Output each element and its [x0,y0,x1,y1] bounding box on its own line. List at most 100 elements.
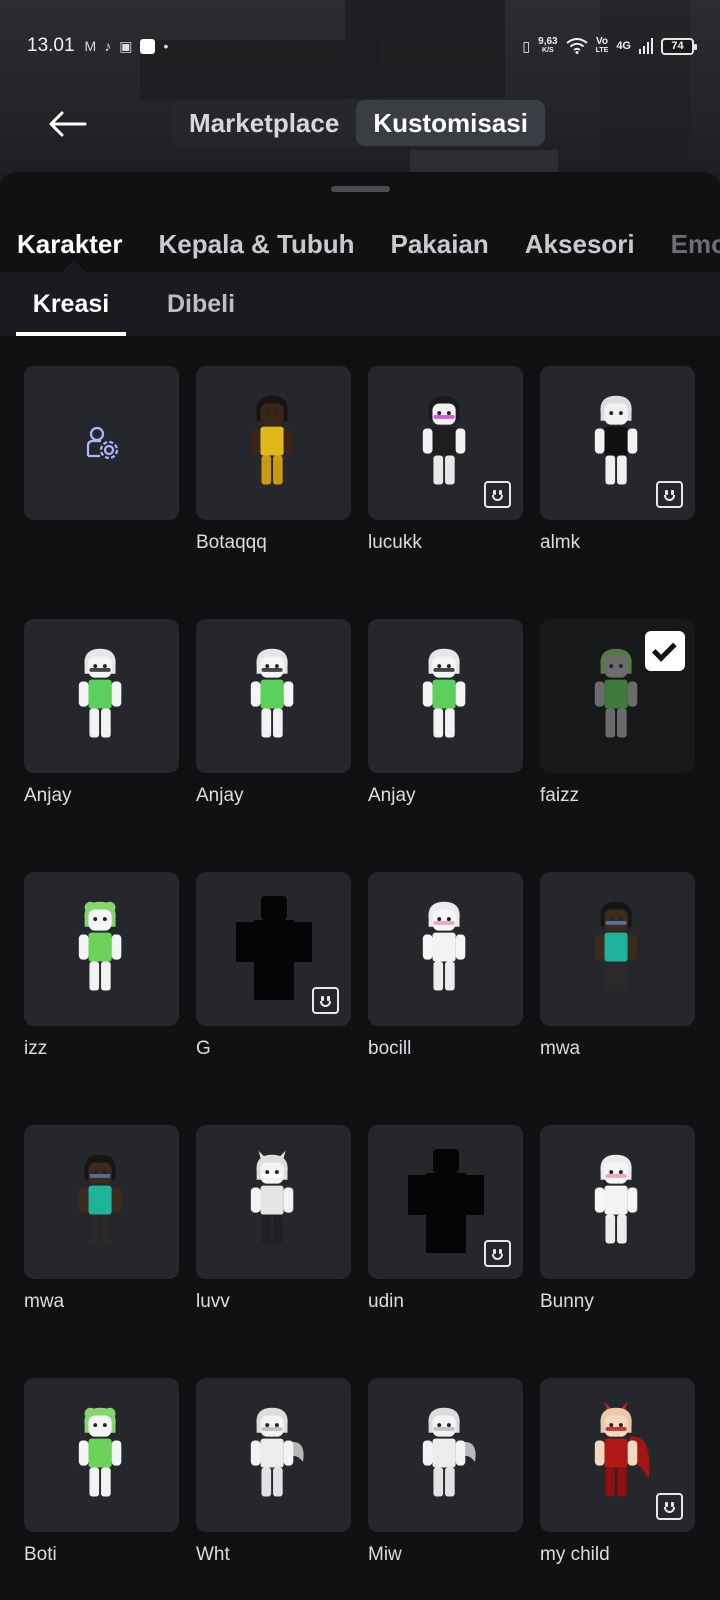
character-thumbnail[interactable] [24,872,179,1026]
net-speed: 9,63 K/S [538,36,558,55]
character-tile[interactable]: Bunny [540,1125,695,1378]
character-name: faizz [540,785,580,806]
character-tile[interactable]: mwa [540,872,695,1125]
character-tile[interactable]: mwa [24,1125,179,1378]
arrow-left-icon [49,111,87,137]
create-character-button[interactable] [24,366,179,520]
character-thumbnail[interactable] [540,872,695,1026]
character-thumbnail[interactable] [196,366,351,520]
character-thumbnail[interactable] [540,1378,695,1532]
notification-icon: ▣ [119,37,133,54]
avatar-figure [78,648,121,738]
character-name: my child [540,1544,610,1565]
character-name: luvv [196,1291,230,1312]
battery-icon: 74 [661,37,697,55]
avatar-figure [78,1407,121,1497]
main-segment-tabs: Marketplace Kustomisasi [172,99,545,147]
category-tab-aksesori[interactable]: Aksesori [525,229,635,260]
character-tile[interactable]: Wht [196,1378,351,1600]
drag-handle[interactable] [331,186,390,192]
character-tile[interactable]: faizz [540,619,695,872]
avatar-figure [78,901,121,991]
character-tile[interactable]: almk [540,366,695,619]
character-name: Boti [24,1544,57,1565]
character-thumbnail[interactable] [196,1378,351,1532]
character-thumbnail[interactable] [368,619,523,773]
character-tile[interactable]: G [196,872,351,1125]
character-tile[interactable]: lucukk [368,366,523,619]
character-thumbnail[interactable] [196,619,351,773]
character-name: lucukk [368,532,422,553]
volte-indicator: Vo LTE [595,36,609,55]
avatar-figure [594,901,637,991]
avatar-figure [250,648,293,738]
avatar-figure [250,395,293,485]
character-thumbnail[interactable] [196,1125,351,1279]
category-tab-pakaian[interactable]: Pakaian [390,229,488,260]
emote-face-icon [484,1240,511,1267]
avatar-figure [250,1150,293,1244]
sub-tab-dibeli[interactable]: Dibeli [152,272,250,336]
avatar-settings-icon [86,426,118,460]
category-tab-kepala-tubuh[interactable]: Kepala & Tubuh [159,229,355,260]
app-icon [140,38,156,54]
character-name: mwa [540,1038,581,1059]
character-thumbnail[interactable] [196,872,351,1026]
character-name: Bunny [540,1291,594,1312]
character-name: bocill [368,1038,412,1059]
emote-face-icon [484,481,511,508]
character-tile[interactable]: Anjay [368,619,523,872]
character-name: izz [24,1038,48,1059]
character-tile[interactable]: Botaqqq [196,366,351,619]
character-tile[interactable]: luvv [196,1125,351,1378]
character-name: mwa [24,1291,65,1312]
character-tile[interactable]: bocill [368,872,523,1125]
character-thumbnail[interactable] [540,1125,695,1279]
character-thumbnail[interactable] [368,366,523,520]
character-name: Anjay [368,785,416,806]
avatar-figure [422,1407,476,1497]
category-tab-karakter[interactable]: Karakter [17,229,123,260]
avatar-figure [422,901,465,991]
create-character-tile[interactable] [24,366,179,619]
character-tile[interactable]: izz [24,872,179,1125]
network-type: 4G [616,40,631,52]
character-tile[interactable]: Anjay [196,619,351,872]
active-category-indicator [62,260,86,272]
avatar-figure [78,1154,121,1244]
avatar-silhouette [235,896,312,1000]
avatar-figure [422,395,465,485]
character-thumbnail[interactable] [24,619,179,773]
character-thumbnail[interactable] [368,1378,523,1532]
character-name: Anjay [24,785,72,806]
category-tabs: Karakter Kepala & Tubuh Pakaian Aksesori… [0,216,720,272]
character-thumbnail[interactable] [368,1125,523,1279]
avatar-figure [594,648,637,738]
tab-kustomisasi[interactable]: Kustomisasi [356,100,545,146]
status-bar: 13.01 M ♪ ▣ • ▯ 9,63 K/S Vo LTE 4G 74 [0,28,720,64]
avatar-figure [594,395,637,485]
character-tile[interactable]: Boti [24,1378,179,1600]
character-thumbnail[interactable] [540,619,695,773]
character-grid: Botaqqq lucukk almk Anjay Anjay Anjay faizz izz… [24,366,696,1600]
tab-marketplace[interactable]: Marketplace [172,100,356,146]
character-tile[interactable]: my child [540,1378,695,1600]
back-button[interactable] [44,104,92,144]
character-name: Miw [368,1544,402,1565]
character-name: Anjay [196,785,244,806]
character-thumbnail[interactable] [24,1378,179,1532]
character-tile[interactable]: Miw [368,1378,523,1600]
character-name: almk [540,532,581,553]
character-tile[interactable]: udin [368,1125,523,1378]
character-thumbnail[interactable] [368,872,523,1026]
gmail-icon: M [84,38,97,54]
character-name: G [196,1038,211,1059]
selected-check-icon [645,631,685,671]
character-thumbnail[interactable] [540,366,695,520]
category-tab-emote[interactable]: Emo [671,229,720,260]
emote-face-icon [312,987,339,1014]
character-thumbnail[interactable] [24,1125,179,1279]
character-tile[interactable]: Anjay [24,619,179,872]
avatar-figure [250,1407,304,1497]
sub-tab-kreasi[interactable]: Kreasi [16,272,126,336]
